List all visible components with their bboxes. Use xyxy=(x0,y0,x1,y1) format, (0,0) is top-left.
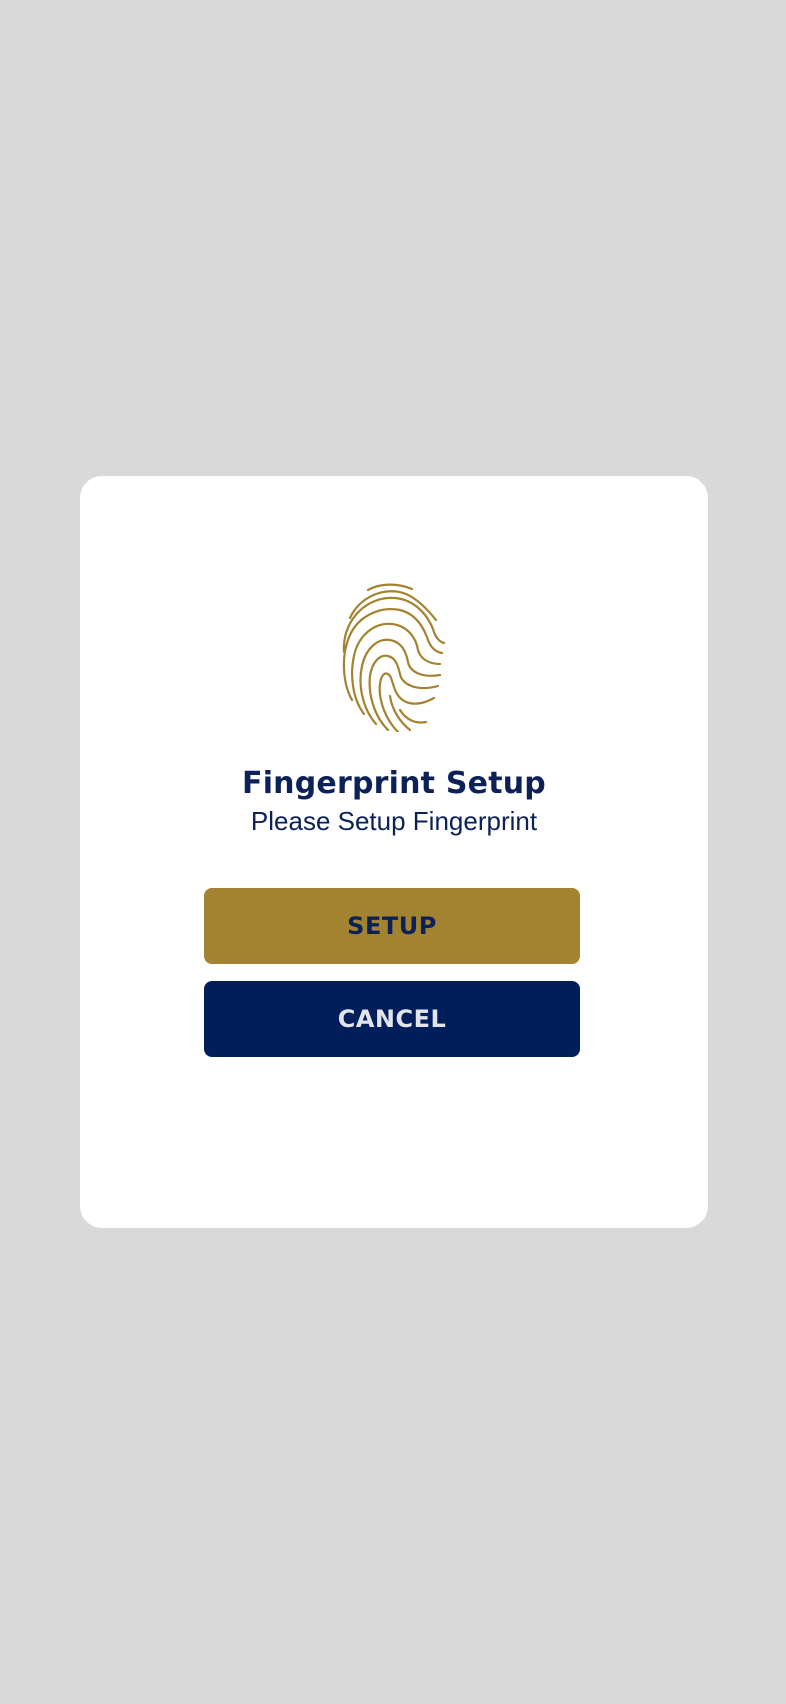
dialog-subtitle: Please Setup Fingerprint xyxy=(250,806,538,836)
cancel-button[interactable]: CANCEL xyxy=(204,981,580,1057)
setup-button[interactable]: SETUP xyxy=(204,888,580,964)
fingerprint-icon xyxy=(336,582,452,732)
fingerprint-setup-dialog: Fingerprint Setup Please Setup Fingerpri… xyxy=(80,476,708,1228)
dialog-title: Fingerprint Setup xyxy=(242,766,546,801)
